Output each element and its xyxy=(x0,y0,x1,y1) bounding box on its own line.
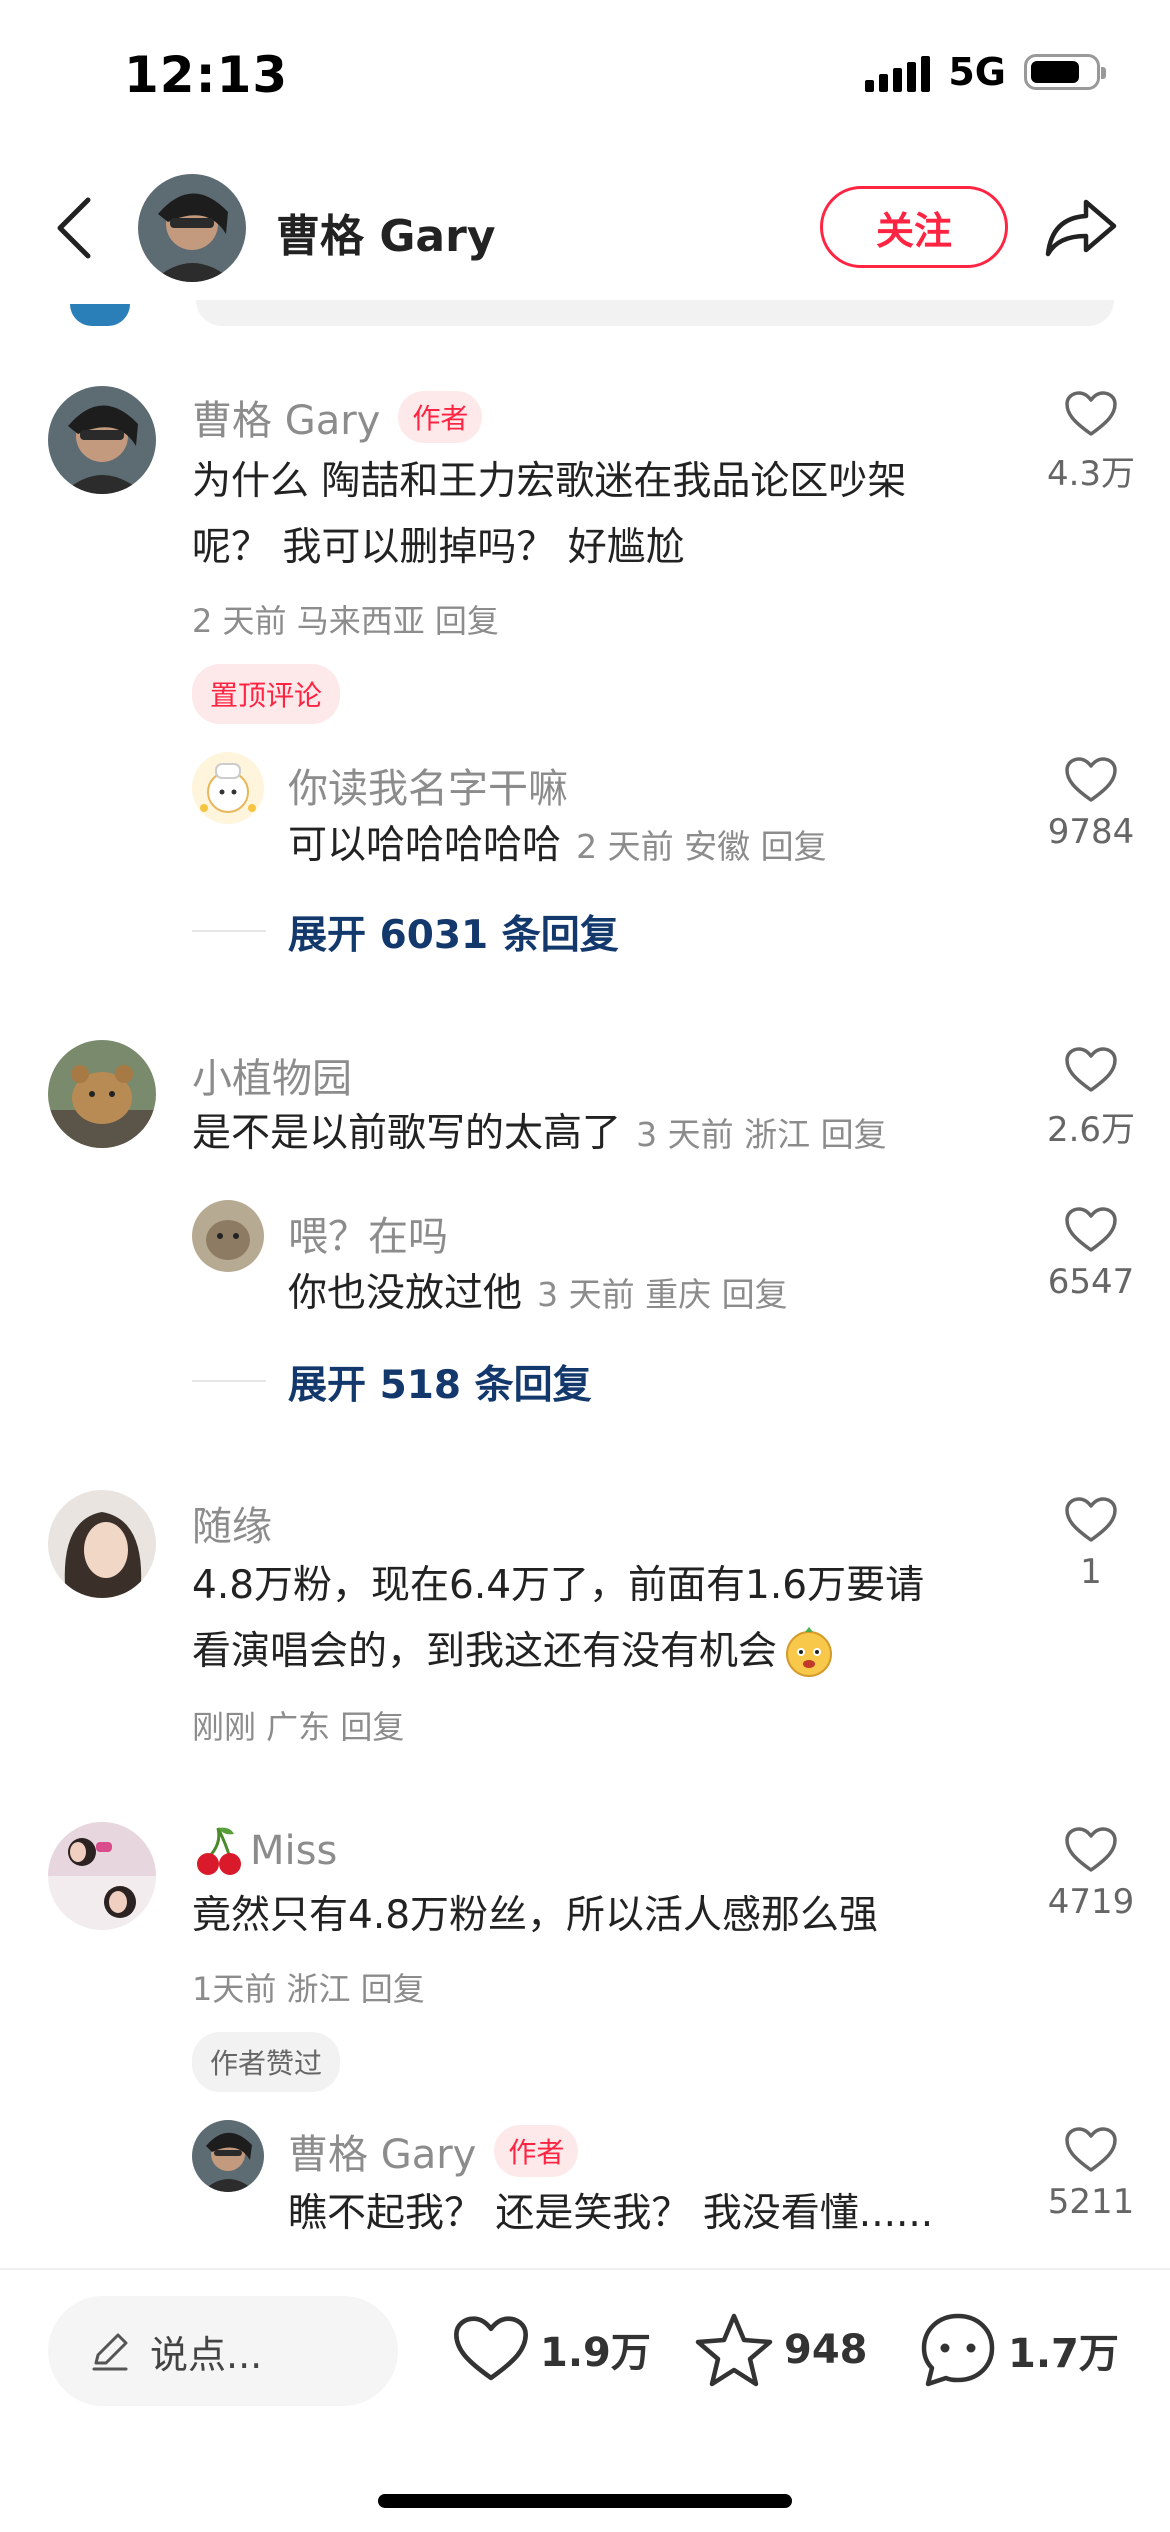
favorite-button[interactable]: 948 xyxy=(694,2312,868,2388)
comment-text: 是不是以前歌写的太高了 xyxy=(192,1111,622,1156)
comment-content[interactable]: 是不是以前歌写的太高了 3 天前 浙江 回复 xyxy=(192,1100,887,1168)
follow-button[interactable]: 关注 xyxy=(820,186,1008,268)
post-comment-count: 1.7万 xyxy=(1008,2331,1119,2377)
like-count: 1 xyxy=(1080,1552,1102,1592)
reply-content[interactable]: 可以哈哈哈哈哈 2 天前 安徽 回复 xyxy=(288,812,827,880)
like-count: 9784 xyxy=(1047,812,1135,852)
comment-username[interactable]: Miss xyxy=(250,1828,337,1874)
reply-text: 可以哈哈哈哈哈 xyxy=(288,823,562,868)
like-count: 4.3万 xyxy=(1046,454,1136,494)
like-button[interactable]: 6547 xyxy=(1036,1206,1146,1302)
reply-header: 曹格 Gary 作者 xyxy=(288,2122,579,2180)
comment-avatar[interactable] xyxy=(48,386,156,494)
reply-username[interactable]: 曹格 Gary xyxy=(288,2122,476,2180)
comment-header: Miss xyxy=(192,1824,337,1878)
share-icon[interactable] xyxy=(1044,196,1118,258)
expand-divider xyxy=(192,930,266,932)
network-label: 5G xyxy=(948,50,1006,94)
reply-content[interactable]: 你也没放过他 3 天前 重庆 回复 xyxy=(288,1260,788,1328)
comment-input[interactable]: 说点... xyxy=(48,2296,398,2406)
like-button[interactable]: 5211 xyxy=(1036,2126,1146,2222)
comment-avatar[interactable] xyxy=(48,1822,156,1930)
comment-header: 曹格 Gary 作者 xyxy=(192,388,483,446)
emoji-sticker-icon xyxy=(786,1627,833,1677)
pencil-icon xyxy=(92,2333,128,2371)
like-count: 5211 xyxy=(1047,2182,1135,2222)
expand-replies-link[interactable]: 展开 518 条回复 xyxy=(288,1354,592,1410)
author-liked-badge: 作者赞过 xyxy=(192,2032,341,2092)
expand-replies-link[interactable]: 展开 6031 条回复 xyxy=(288,904,619,960)
reply-avatar[interactable] xyxy=(192,1200,264,1272)
reply-meta: 2 天前 安徽 回复 xyxy=(576,827,827,866)
like-count: 4719 xyxy=(1047,1882,1135,1922)
heart-icon xyxy=(1065,391,1117,436)
like-button[interactable]: 4719 xyxy=(1036,1826,1146,1922)
home-indicator xyxy=(378,2494,792,2508)
like-button[interactable]: 2.6万 xyxy=(1036,1046,1146,1151)
author-tag: 作者 xyxy=(494,2125,579,2177)
comment-avatar[interactable] xyxy=(48,1490,156,1598)
comment-username[interactable]: 曹格 Gary xyxy=(192,388,380,446)
comment-input-placeholder: 说点... xyxy=(150,2332,263,2377)
star-icon xyxy=(695,2313,773,2387)
comment-meta[interactable]: 2 天前 马来西亚 回复 xyxy=(192,596,499,642)
comment-text-line[interactable]: 为什么 陶喆和王力宏歌迷在我品论区吵架 xyxy=(192,448,906,516)
author-avatar[interactable] xyxy=(138,174,246,282)
like-count: 6547 xyxy=(1047,1262,1135,1302)
bottom-bar-divider xyxy=(0,2268,1170,2270)
like-post-button[interactable]: 1.9万 xyxy=(452,2314,651,2384)
reply-text: 你也没放过他 xyxy=(288,1271,523,1316)
pinned-badge: 置顶评论 xyxy=(192,664,341,724)
comment-meta[interactable]: 1天前 浙江 回复 xyxy=(192,1964,425,2010)
heart-icon xyxy=(1065,757,1117,802)
comment-text-row[interactable]: 看演唱会的，到我这还有没有机会 xyxy=(192,1618,835,1686)
previous-comment-edge xyxy=(196,300,1114,326)
like-button[interactable]: 4.3万 xyxy=(1036,390,1146,495)
status-time: 12:13 xyxy=(124,46,289,104)
reply-username[interactable]: 喂？在吗 xyxy=(288,1204,448,1262)
post-favorite-count: 948 xyxy=(784,2327,868,2373)
heart-icon xyxy=(1065,2127,1117,2172)
comment-meta: 3 天前 浙江 回复 xyxy=(636,1115,887,1154)
battery-icon xyxy=(1024,54,1106,90)
previous-avatar-edge xyxy=(70,304,130,326)
post-like-count: 1.9万 xyxy=(540,2330,651,2376)
heart-icon xyxy=(1065,1207,1117,1252)
comment-bubble-icon xyxy=(921,2313,995,2387)
like-button[interactable]: 9784 xyxy=(1036,756,1146,852)
heart-icon xyxy=(1065,1047,1117,1092)
comment-avatar[interactable] xyxy=(48,1040,156,1148)
author-name[interactable]: 曹格 Gary xyxy=(276,200,496,264)
like-count: 2.6万 xyxy=(1046,1110,1136,1150)
comment-text-line[interactable]: 竟然只有4.8万粉丝，所以活人感那么强 xyxy=(192,1882,878,1950)
heart-icon xyxy=(454,2316,528,2381)
cherry-icon xyxy=(197,1827,241,1875)
comment-username[interactable]: 随缘 xyxy=(192,1494,272,1552)
reply-meta: 3 天前 重庆 回复 xyxy=(537,1275,788,1314)
expand-divider xyxy=(192,1380,266,1382)
signal-icon xyxy=(865,52,931,92)
author-tag: 作者 xyxy=(398,391,483,443)
comments-button[interactable]: 1.7万 xyxy=(918,2310,1119,2390)
comment-meta[interactable]: 刚刚 广东 回复 xyxy=(192,1702,404,1748)
comment-text-line[interactable]: 呢？ 我可以删掉吗？ 好尴尬 xyxy=(192,514,685,582)
reply-text[interactable]: 瞧不起我？ 还是笑我？ 我没看懂...... xyxy=(288,2180,933,2248)
status-indicators: 5G xyxy=(865,50,1106,94)
comment-text-line[interactable]: 4.8万粉，现在6.4万了，前面有1.6万要请 xyxy=(192,1552,924,1620)
back-icon[interactable] xyxy=(52,196,96,260)
comment-text-line: 看演唱会的，到我这还有没有机会 xyxy=(192,1629,778,1674)
reply-avatar[interactable] xyxy=(192,2120,264,2192)
comment-username[interactable]: 小植物园 xyxy=(192,1046,352,1104)
like-button[interactable]: 1 xyxy=(1036,1496,1146,1592)
heart-icon xyxy=(1065,1497,1117,1542)
reply-username[interactable]: 你读我名字干嘛 xyxy=(288,756,568,814)
reply-avatar[interactable] xyxy=(192,752,264,824)
heart-icon xyxy=(1065,1827,1117,1872)
